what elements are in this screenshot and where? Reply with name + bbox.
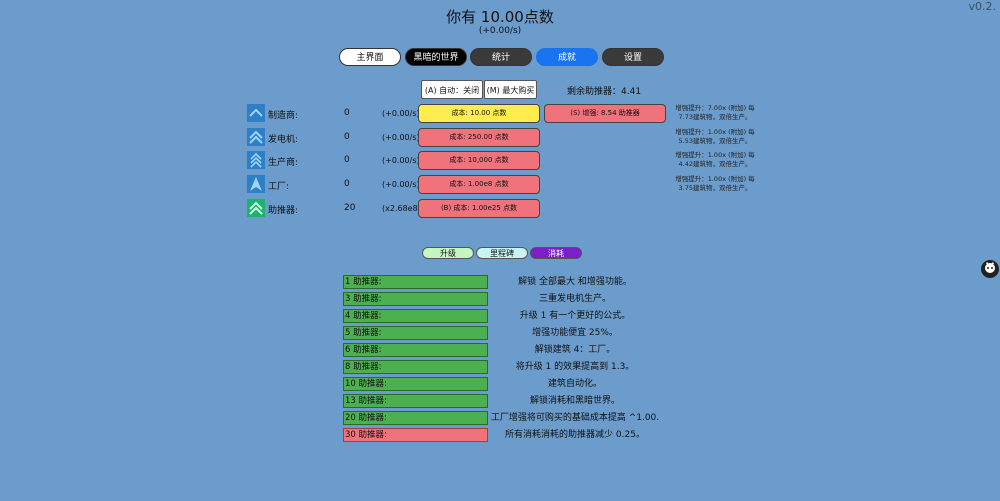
points-rate: (+0.00/s) [478,26,522,36]
building-boost-info: 增强提升：1.00x (附加) 每 4.42建筑物，双倍生产。 [675,151,755,168]
buy-booster-button[interactable]: (B) 成本: 1.00e25 点数 [418,199,540,218]
milestone-desc: 工厂增强将可购买的基础成本提高 ^1.00. [490,413,660,423]
milestone-desc: 解锁消耗和黑暗世界。 [529,396,620,406]
building-boost-info: 增强提升：7.00x (附加) 每 7.73建筑物，双倍生产。 [675,104,755,121]
max-buy-button[interactable]: (M) 最大购买 [484,80,537,99]
milestone-desc: 解锁 全部最大 和增强功能。 [518,277,632,287]
milestone-desc: 三重发电机生产。 [538,294,611,304]
building-count: 0 [344,179,350,189]
buy-building-button[interactable]: 成本: 1.00e8 点数 [418,175,540,194]
building-rate: (+0.00/s) [382,133,420,142]
milestone-desc: 建筑自动化。 [547,379,602,389]
milestone-label: 13 助推器: [343,394,488,408]
milestone-label: 10 助推器: [343,377,488,391]
arrow-up-icon [247,175,265,193]
subtab-consume[interactable]: 消耗 [530,247,582,259]
triple-chevron-up-icon [247,151,265,169]
milestone-label: 8 助推器: [343,360,488,374]
tab-achievements[interactable]: 成就 [536,48,598,66]
milestone-desc: 增强功能便宜 25%。 [532,328,618,338]
building-rate: (+0.00/s) [382,109,420,118]
building-name: 生产商: [268,158,299,168]
building-count: 0 [344,132,350,142]
building-name: 工厂: [268,182,290,192]
building-boost-info: 增强提升：1.00x (附加) 每 5.53建筑物，双倍生产。 [675,128,755,145]
double-chevron-up-icon [247,128,265,146]
building-name: 制造商: [268,111,299,121]
milestone-desc: 解锁建筑 4：工厂。 [534,345,616,355]
building-rate: (+0.00/s) [382,156,420,165]
subtab-upgrades[interactable]: 升级 [422,247,474,259]
remaining-boosters: 剩余助推器：4.41 [567,87,642,97]
boost-button[interactable]: (S) 增强: 8.54 助推器 [544,104,666,123]
milestone-label: 5 助推器: [343,326,488,340]
tab-settings[interactable]: 设置 [602,48,664,66]
points-display: 你有 10.00点数 [446,8,554,26]
milestone-desc: 将升级 1 的效果提高到 1.3。 [515,362,635,372]
milestone-label: 3 助推器: [343,292,488,306]
building-rate: (x2.68e8) [382,204,421,213]
milestone-desc: 所有消耗消耗的助推器减少 0.25。 [505,430,645,440]
buy-building-button[interactable]: 成本: 10.00 点数 [418,104,540,123]
buy-building-button[interactable]: 成本: 10,000 点数 [418,151,540,170]
milestone-label: 1 助推器: [343,275,488,289]
building-count: 0 [344,108,350,118]
milestone-label: 6 助推器: [343,343,488,357]
building-count: 20 [344,203,356,213]
buy-building-button[interactable]: 成本: 250.00 点数 [418,128,540,147]
milestone-label: 20 助推器: [343,411,488,425]
chevron-up-icon [247,104,265,122]
tab-statistics[interactable]: 统计 [470,48,532,66]
subtab-milestones[interactable]: 里程碑 [476,247,528,259]
auto-toggle-button[interactable]: (A) 自动：关闭 [421,80,483,99]
building-count: 0 [344,155,350,165]
milestone-desc: 升级 1 有一个更好的公式。 [519,311,631,321]
github-icon[interactable] [981,260,999,278]
building-rate: (+0.00/s) [382,180,420,189]
booster-icon [247,199,265,217]
milestone-label: 4 助推器: [343,309,488,323]
building-boost-info: 增强提升：1.00x (附加) 每 3.75建筑物，双倍生产。 [675,175,755,192]
building-name: 助推器: [268,206,299,216]
building-name: 发电机: [268,135,299,145]
milestone-label-locked: 30 助推器: [343,428,488,442]
tab-dark-world[interactable]: 黑暗的世界 [405,48,467,66]
tab-main[interactable]: 主界面 [339,48,401,66]
